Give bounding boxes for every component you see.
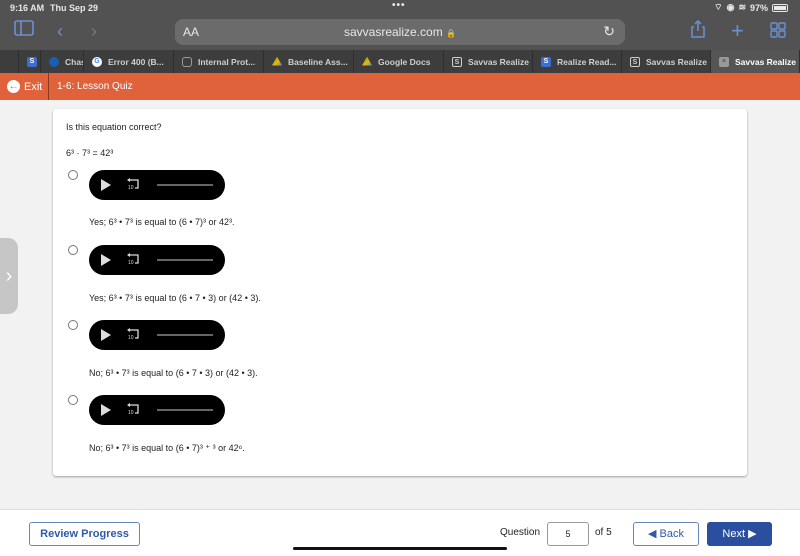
tab-label: Error 400 (B...	[108, 56, 164, 67]
reload-icon[interactable]: ↻	[603, 23, 615, 40]
savvas-s-icon: S	[452, 56, 462, 67]
audio-player: 10	[89, 245, 225, 275]
rewind-10-icon[interactable]: 10	[126, 252, 140, 266]
answer-radio[interactable]	[68, 170, 78, 180]
back-button[interactable]: ◀ Back	[633, 522, 699, 546]
new-tab-icon[interactable]: +	[731, 18, 744, 44]
review-progress-button[interactable]: Review Progress	[29, 522, 140, 546]
play-icon[interactable]	[101, 179, 111, 191]
question-total: of 5	[595, 527, 612, 538]
lock-icon: 🔒	[446, 29, 456, 38]
answer-text[interactable]: No; 6³ • 7³ is equal to (6 • 7)³ ⁺ ³ or …	[89, 443, 245, 454]
audio-player: 10	[89, 395, 225, 425]
audio-progress-track[interactable]	[157, 184, 213, 186]
drive-icon	[362, 56, 372, 66]
audio-progress-track[interactable]	[157, 409, 213, 411]
tab-label: Savvas Realize	[468, 56, 529, 67]
close-icon[interactable]: ×	[719, 56, 729, 67]
share-icon[interactable]	[691, 19, 705, 43]
rewind-10-icon[interactable]: 10	[126, 177, 140, 191]
next-button[interactable]: Next ▶	[707, 522, 772, 546]
browser-tab[interactable]: S	[19, 50, 41, 73]
tab-label: Google Docs	[378, 56, 431, 67]
browser-tab[interactable]: Chas	[41, 50, 84, 73]
status-bar: 9:16 AM Thu Sep 29 ••• ⌔ ◉ ≋ 97%	[0, 0, 800, 16]
play-icon[interactable]	[101, 404, 111, 416]
url-text[interactable]: savvasrealize.com 🔒	[175, 25, 625, 39]
browser-tab[interactable]: S Realize Read...	[533, 50, 622, 73]
answer-text[interactable]: Yes; 6³ • 7³ is equal to (6 • 7)³ or 42³…	[89, 217, 235, 227]
tab-label: Internal Prot...	[198, 56, 256, 67]
tab-spacer	[0, 50, 19, 73]
address-bar[interactable]: AA savvasrealize.com 🔒 ↻	[175, 19, 625, 45]
multitask-dots[interactable]: •••	[392, 0, 406, 11]
lock-rotation-icon: ◉	[726, 2, 735, 12]
question-number-input[interactable]: 5	[547, 522, 589, 546]
chase-icon	[49, 56, 59, 67]
status-date: Thu Sep 29	[50, 3, 99, 13]
question-prompt: Is this equation correct?	[66, 122, 162, 132]
home-indicator[interactable]	[293, 547, 507, 550]
battery-percent: 97%	[749, 2, 768, 13]
question-card: Is this equation correct? 6³ · 7³ = 42³ …	[53, 109, 747, 476]
svg-text:10: 10	[128, 410, 134, 416]
status-time: 9:16 AM	[10, 3, 45, 13]
audio-player: 10	[89, 170, 225, 200]
quiz-header: ← Exit 1-6: Lesson Quiz	[0, 73, 800, 100]
savvas-s-icon: S	[630, 56, 640, 67]
browser-toolbar: ‹ › AA savvasrealize.com 🔒 ↻ +	[0, 16, 800, 50]
browser-tabs: S Chas G Error 400 (B... Internal Prot...…	[0, 50, 800, 73]
tab-label: Baseline Ass...	[288, 56, 348, 67]
savvas-s-icon: S	[541, 56, 551, 67]
tab-label: Chas	[65, 56, 84, 67]
answer-radio[interactable]	[68, 245, 78, 255]
rewind-10-icon[interactable]: 10	[126, 327, 140, 341]
svg-text:10: 10	[128, 260, 134, 266]
rewind-10-icon[interactable]: 10	[126, 402, 140, 416]
exit-label: Exit	[24, 80, 43, 93]
browser-tab-active[interactable]: × Savvas Realize	[711, 50, 800, 73]
browser-tab[interactable]: Google Docs	[354, 50, 444, 73]
question-equation: 6³ · 7³ = 42³	[66, 148, 114, 158]
answer-radio[interactable]	[68, 320, 78, 330]
audio-progress-track[interactable]	[157, 334, 213, 336]
answer-text[interactable]: No; 6³ • 7³ is equal to (6 • 7 • 3) or (…	[89, 368, 258, 378]
answer-text[interactable]: Yes; 6³ • 7³ is equal to (6 • 7 • 3) or …	[89, 293, 261, 303]
arrow-left-icon: ←	[7, 80, 20, 93]
hotspot-icon: ≋	[738, 2, 746, 12]
battery-icon	[772, 3, 788, 12]
question-label: Question	[500, 527, 541, 538]
exit-button[interactable]: ← Exit	[0, 73, 49, 100]
drive-icon	[272, 56, 282, 66]
svg-text:10: 10	[128, 335, 134, 341]
audio-player: 10	[89, 320, 225, 350]
browser-tab[interactable]: S Savvas Realize	[444, 50, 533, 73]
answer-radio[interactable]	[68, 395, 78, 405]
play-icon[interactable]	[101, 254, 111, 266]
play-icon[interactable]	[101, 329, 111, 341]
page-title: 1-6: Lesson Quiz	[57, 81, 133, 92]
google-icon: G	[92, 56, 102, 67]
back-nav-icon[interactable]: ‹	[57, 21, 63, 42]
forward-nav-icon[interactable]: ›	[91, 21, 97, 42]
tab-label: Realize Read...	[557, 56, 617, 67]
audio-progress-track[interactable]	[157, 259, 213, 261]
browser-tab[interactable]: S Savvas Realize	[622, 50, 711, 73]
sidebar-icon[interactable]	[14, 20, 34, 41]
svg-text:10: 10	[128, 185, 134, 191]
url-value: savvasrealize.com	[343, 25, 443, 39]
shield-icon	[182, 56, 192, 67]
chevron-right-icon: ›	[5, 265, 13, 287]
browser-tab[interactable]: Baseline Ass...	[264, 50, 354, 73]
browser-tab[interactable]: G Error 400 (B...	[84, 50, 174, 73]
savvas-s-icon: S	[27, 56, 37, 67]
tab-overview-icon[interactable]	[770, 22, 786, 43]
tab-label: Savvas Realize	[646, 56, 707, 67]
wifi-icon: ⌔	[714, 2, 723, 12]
drawer-toggle[interactable]: ›	[0, 238, 18, 314]
browser-tab[interactable]: Internal Prot...	[174, 50, 264, 73]
tab-label: Savvas Realize	[735, 56, 796, 67]
